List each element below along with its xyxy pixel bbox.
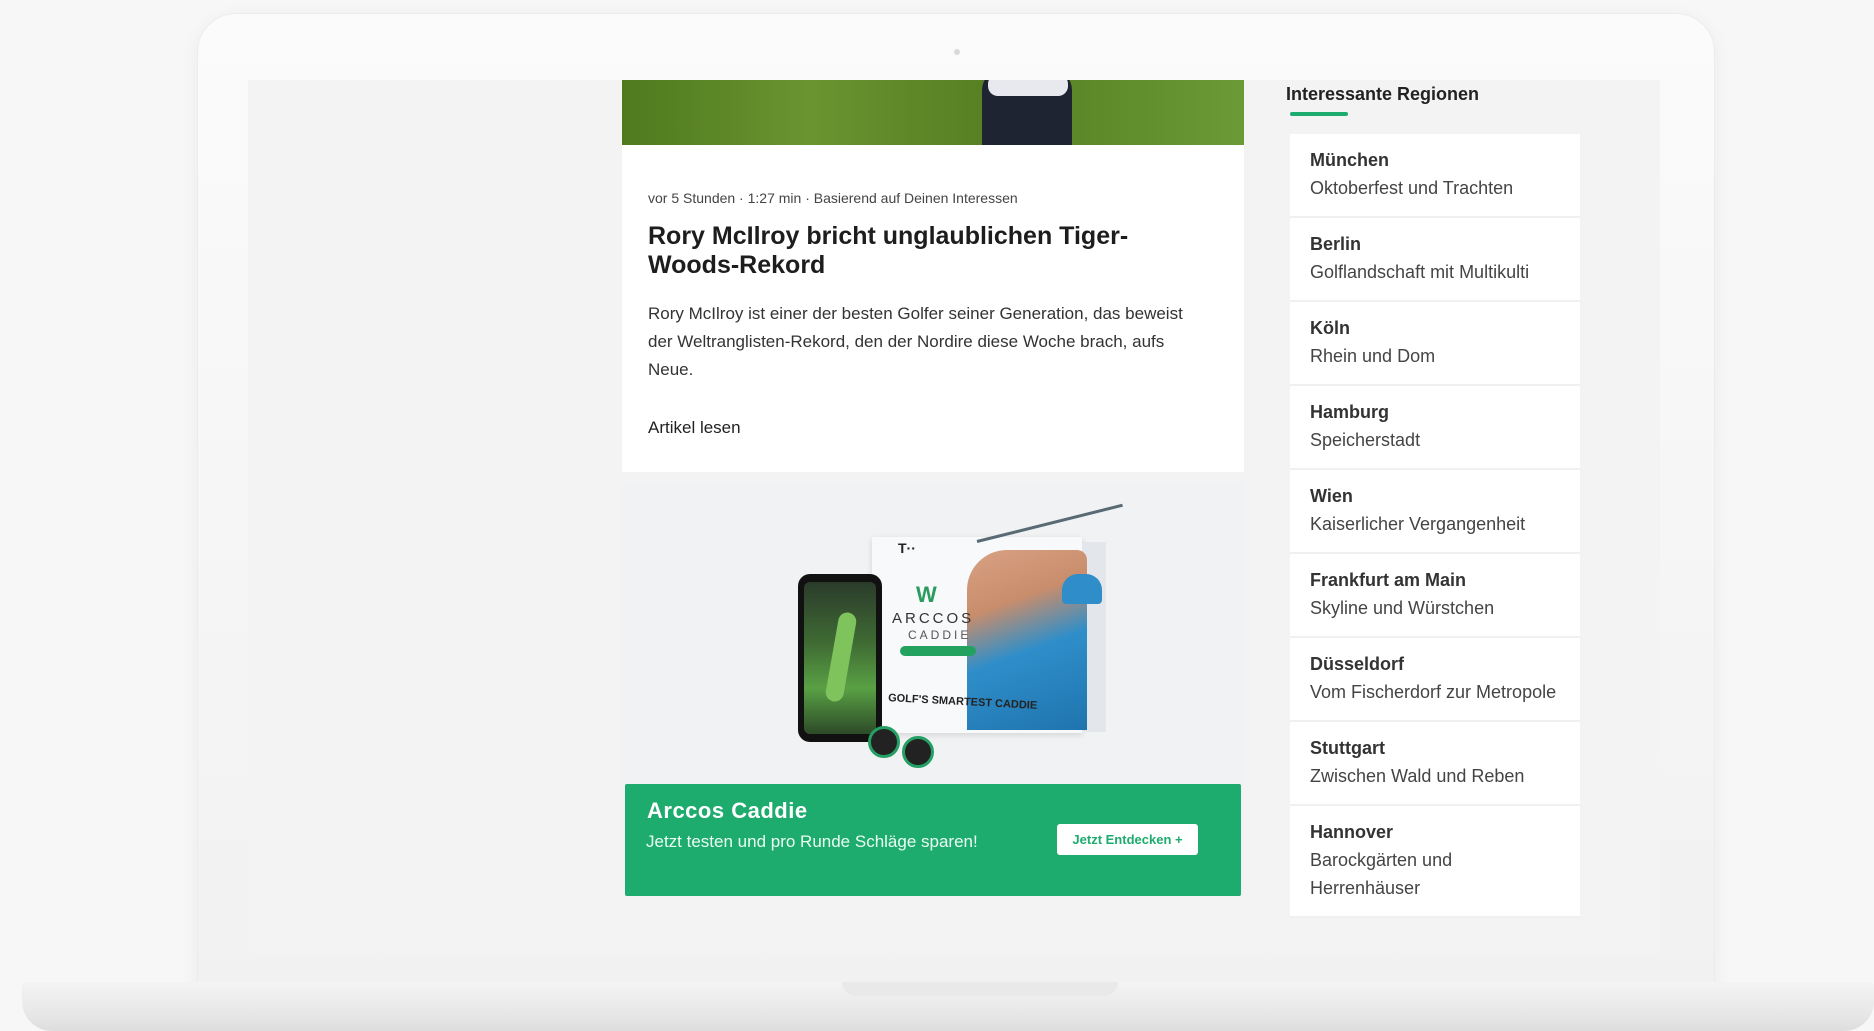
- region-name: Köln: [1310, 318, 1350, 338]
- article-card[interactable]: vor 5 Stunden · 1:27 min · Basierend auf…: [622, 80, 1244, 472]
- article-headline[interactable]: Rory McIlroy bricht unglaublichen Tiger-…: [648, 222, 1218, 280]
- laptop-notch: [842, 982, 1118, 996]
- region-item-duesseldorf[interactable]: Düsseldorf Vom Fischerdorf zur Metropole: [1290, 638, 1580, 722]
- region-item-koeln[interactable]: Köln Rhein und Dom: [1290, 302, 1580, 386]
- regions-sidebar: Interessante Regionen München Oktoberfes…: [1286, 80, 1580, 953]
- golfer-shirt: [988, 80, 1068, 96]
- article-hero-image[interactable]: [622, 80, 1244, 145]
- stage: vor 5 Stunden · 1:27 min · Basierend auf…: [0, 0, 1874, 1031]
- region-name: Stuttgart: [1310, 738, 1385, 758]
- region-desc: Rhein und Dom: [1310, 346, 1436, 366]
- region-desc: Barockgärten und Herrenhäuser: [1310, 850, 1453, 898]
- region-desc: Oktoberfest und Trachten: [1310, 178, 1514, 198]
- phone-screen: [804, 582, 876, 734]
- region-name: Wien: [1310, 486, 1353, 506]
- region-item-frankfurt[interactable]: Frankfurt am Main Skyline und Würstchen: [1290, 554, 1580, 638]
- region-name: Hannover: [1310, 822, 1394, 842]
- region-desc: Speicherstadt: [1310, 430, 1421, 450]
- fairway-map: [824, 611, 858, 703]
- region-name: Düsseldorf: [1310, 654, 1405, 674]
- region-desc: Golflandschaft mit Multikulti: [1310, 262, 1530, 282]
- arccos-logo-icon: W: [916, 582, 937, 607]
- region-desc: Kaiserlicher Vergangenheit: [1310, 514, 1526, 534]
- ad-text: Jetzt testen und pro Runde Schläge spare…: [646, 832, 978, 851]
- t-mobile-logo: T··: [898, 540, 916, 556]
- laptop-screen: vor 5 Stunden · 1:27 min · Basierend auf…: [248, 80, 1660, 953]
- sensor-icon: [868, 726, 900, 758]
- laptop-base: [22, 982, 1874, 1031]
- region-name: Frankfurt am Main: [1310, 570, 1467, 590]
- ad-brand-sub: CADDIE: [908, 628, 972, 642]
- region-item-stuttgart[interactable]: Stuttgart Zwischen Wald und Reben: [1290, 722, 1580, 806]
- ad-title: Arccos Caddie: [647, 798, 808, 823]
- brand-pill: [900, 646, 976, 656]
- region-name: Hamburg: [1310, 402, 1390, 422]
- camera-dot: [954, 49, 960, 55]
- region-name: München: [1310, 150, 1389, 170]
- region-desc: Vom Fischerdorf zur Metropole: [1310, 682, 1557, 702]
- ad-banner[interactable]: Arccos Caddie Jetzt testen und pro Runde…: [625, 784, 1241, 896]
- region-desc: Zwischen Wald und Reben: [1310, 766, 1525, 786]
- region-item-hannover[interactable]: Hannover Barockgärten und Herrenhäuser: [1290, 806, 1580, 918]
- region-desc: Skyline und Würstchen: [1310, 598, 1495, 618]
- smartphone-image: [798, 574, 882, 742]
- region-item-wien[interactable]: Wien Kaiserlicher Vergangenheit: [1290, 470, 1580, 554]
- region-name: Berlin: [1310, 234, 1362, 254]
- title-underline: [1290, 112, 1348, 116]
- ad-arccos[interactable]: T·· W ARCCOS CADDIE GOLF'S SMARTEST CADD…: [622, 482, 1244, 896]
- read-article-link[interactable]: Artikel lesen: [648, 418, 741, 438]
- article-excerpt: Rory McIlroy ist einer der besten Golfer…: [648, 304, 1183, 379]
- region-item-muenchen[interactable]: München Oktoberfest und Trachten: [1290, 134, 1580, 218]
- golfer-cap: [1062, 574, 1102, 604]
- sensor-icon: [902, 736, 934, 768]
- article-meta: vor 5 Stunden · 1:27 min · Basierend auf…: [648, 190, 1018, 206]
- region-list: München Oktoberfest und Trachten Berlin …: [1290, 134, 1580, 918]
- discover-button[interactable]: Jetzt Entdecken +: [1057, 824, 1198, 855]
- ad-brand-name: ARCCOS: [892, 610, 975, 627]
- region-item-berlin[interactable]: Berlin Golflandschaft mit Multikulti: [1290, 218, 1580, 302]
- region-item-hamburg[interactable]: Hamburg Speicherstadt: [1290, 386, 1580, 470]
- sidebar-title: Interessante Regionen: [1286, 84, 1480, 104]
